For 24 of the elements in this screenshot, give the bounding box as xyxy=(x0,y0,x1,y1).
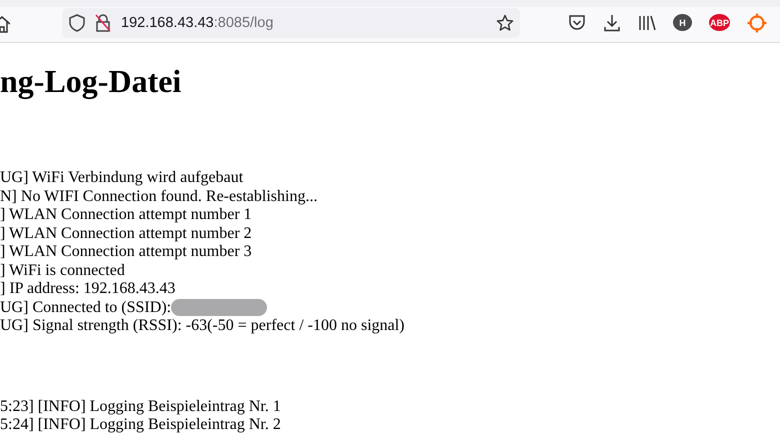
extension-badge[interactable]: H xyxy=(673,14,692,31)
insecure-lock-icon[interactable] xyxy=(95,14,111,32)
home-icon[interactable] xyxy=(0,16,10,34)
extension-badge[interactable]: ABP xyxy=(709,14,730,31)
log-line: ] IP address: 192.168.43.43 xyxy=(0,280,176,298)
log-line: 5:23] [INFO] Logging Beispieleintrag Nr. 1 xyxy=(0,398,281,416)
log-line: ] WLAN Connection attempt number 3 xyxy=(0,243,252,262)
log-line: 5:24] [INFO] Logging Beispieleintrag Nr. 2 xyxy=(0,416,281,434)
log-line: UG] WiFi Verbindung wird aufgebaut xyxy=(0,169,244,188)
page-heading: ng-Log-Datei xyxy=(0,63,182,99)
pocket-icon[interactable] xyxy=(568,14,586,30)
log-line: ] WiFi is connected xyxy=(0,262,125,280)
log-line: UG] Signal strength (RSSI): -63(-50 = perfect / -100 no signal) xyxy=(0,317,405,336)
shield-icon[interactable] xyxy=(69,14,85,32)
url-text[interactable]: 192.168.43.43:8085/log xyxy=(121,14,274,30)
download-icon[interactable] xyxy=(603,14,621,32)
log-line: ] WLAN Connection attempt number 1 xyxy=(0,206,252,224)
address-bar[interactable]: 192.168.43.43:8085/log xyxy=(62,8,520,38)
library-icon[interactable] xyxy=(638,14,656,30)
log-line: N] No WIFI Connection found. Re-establishing... xyxy=(0,188,318,206)
star-icon[interactable] xyxy=(496,14,514,32)
crosshair-icon[interactable] xyxy=(747,12,768,32)
log-line: UG] Connected to (SSID): xyxy=(0,298,172,317)
log-line: ] WLAN Connection attempt number 2 xyxy=(0,224,252,243)
